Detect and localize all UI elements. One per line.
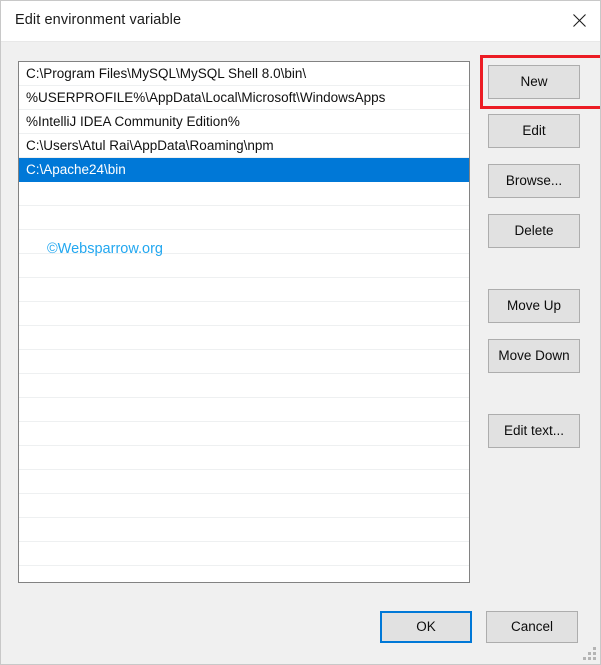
close-icon <box>572 14 586 27</box>
path-list-empty-row[interactable] <box>19 446 469 470</box>
move-down-button[interactable]: Move Down <box>488 339 580 373</box>
close-button[interactable] <box>556 1 600 40</box>
path-list-item[interactable]: C:\Users\Atul Rai\AppData\Roaming\npm <box>19 134 469 158</box>
path-list-empty-row[interactable] <box>19 326 469 350</box>
path-list-item[interactable]: C:\Program Files\MySQL\MySQL Shell 8.0\b… <box>19 62 469 86</box>
cancel-button[interactable]: Cancel <box>486 611 578 643</box>
path-list-empty-row[interactable] <box>19 350 469 374</box>
path-list-item[interactable]: C:\Apache24\bin <box>19 158 469 182</box>
path-list-empty-row[interactable] <box>19 542 469 566</box>
path-list-item[interactable]: %USERPROFILE%\AppData\Local\Microsoft\Wi… <box>19 86 469 110</box>
move-up-button[interactable]: Move Up <box>488 289 580 323</box>
path-list-empty-row[interactable] <box>19 254 469 278</box>
path-list-empty-row[interactable] <box>19 302 469 326</box>
path-list-empty-row[interactable] <box>19 398 469 422</box>
browse-button[interactable]: Browse... <box>488 164 580 198</box>
path-list-empty-row[interactable] <box>19 518 469 542</box>
path-list-empty-row[interactable] <box>19 494 469 518</box>
path-list-empty-row[interactable] <box>19 422 469 446</box>
resize-grip-icon[interactable] <box>583 647 596 660</box>
path-list-item[interactable]: %IntelliJ IDEA Community Edition% <box>19 110 469 134</box>
path-list-empty-row[interactable] <box>19 470 469 494</box>
path-list-empty-row[interactable] <box>19 278 469 302</box>
path-list-empty-row[interactable] <box>19 206 469 230</box>
edit-button[interactable]: Edit <box>488 114 580 148</box>
title-bar: Edit environment variable <box>1 1 600 42</box>
new-button[interactable]: New <box>488 65 580 99</box>
page-title: Edit environment variable <box>15 12 182 28</box>
edit-environment-variable-dialog: Edit environment variable C:\Program Fil… <box>0 0 601 665</box>
path-list-empty-row[interactable] <box>19 230 469 254</box>
path-list-empty-row[interactable] <box>19 374 469 398</box>
path-list[interactable]: C:\Program Files\MySQL\MySQL Shell 8.0\b… <box>18 61 470 583</box>
ok-button[interactable]: OK <box>380 611 472 643</box>
edit-text-button[interactable]: Edit text... <box>488 414 580 448</box>
delete-button[interactable]: Delete <box>488 214 580 248</box>
path-list-empty-row[interactable] <box>19 182 469 206</box>
